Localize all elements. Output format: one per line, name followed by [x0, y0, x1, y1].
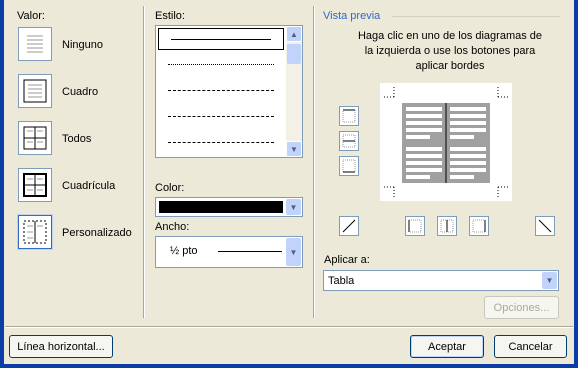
preview-separator [392, 16, 560, 17]
bottom-separator [5, 326, 573, 328]
preset-todos-label: Todos [62, 133, 92, 145]
border-bottom-icon [342, 159, 356, 173]
preview-canvas[interactable] [380, 83, 512, 201]
preset-ninguno-label: Ninguno [62, 39, 103, 51]
aplicar-dropdown[interactable]: Tabla ▼ [323, 270, 559, 291]
table-preview-diagram [384, 87, 508, 197]
chevron-down-icon[interactable]: ▼ [542, 272, 557, 289]
style-dotted[interactable] [168, 64, 274, 65]
border-box-icon [23, 79, 47, 103]
aceptar-button[interactable]: Aceptar [410, 335, 484, 358]
preset-cuadro-button[interactable] [18, 74, 52, 108]
border-inside-horizontal-button[interactable] [339, 131, 359, 151]
border-right-button[interactable] [469, 216, 489, 236]
style-dash-dot[interactable] [168, 142, 274, 143]
border-diagonal-up-button[interactable] [535, 216, 555, 236]
preview-label: Vista previa [323, 10, 381, 22]
preset-personalizado-label: Personalizado [62, 227, 132, 239]
aplicar-label: Aplicar a: [324, 254, 370, 266]
border-custom-icon [23, 220, 47, 244]
aplicar-value: Tabla [328, 275, 355, 287]
ancho-value: ½ pto [170, 245, 198, 257]
preset-cuadro-label: Cuadro [62, 86, 99, 98]
ancho-label: Ancho: [155, 221, 190, 233]
scroll-up-button[interactable]: ▲ [286, 26, 302, 42]
preset-cuadricula-button[interactable] [18, 168, 52, 202]
diagonal-up-icon [342, 219, 356, 233]
border-none-icon [27, 35, 43, 53]
border-left-icon [408, 219, 422, 233]
preset-todos-button[interactable] [18, 121, 52, 155]
color-swatch [159, 201, 283, 213]
ancho-dropdown[interactable]: ½ pto ▼ [155, 236, 303, 268]
border-inside-vertical-button[interactable] [437, 216, 457, 236]
border-top-button[interactable] [339, 106, 359, 126]
border-left-button[interactable] [405, 216, 425, 236]
estilo-scrollbar[interactable]: ▲ ▼ [286, 26, 302, 157]
border-inside-horizontal-icon [342, 134, 356, 148]
border-top-icon [342, 109, 356, 123]
style-dashed-fine[interactable] [168, 90, 274, 91]
opciones-button[interactable]: Opciones... [484, 296, 559, 319]
chevron-down-icon[interactable]: ▼ [286, 238, 301, 266]
scroll-thumb[interactable] [287, 44, 301, 64]
border-right-icon [472, 219, 486, 233]
window-frame-bottom [0, 364, 578, 368]
divider-left [143, 6, 145, 318]
linea-horizontal-button[interactable]: Línea horizontal... [9, 335, 113, 358]
style-solid [171, 39, 271, 40]
window-frame-left [0, 0, 4, 368]
border-inside-vertical-icon [440, 219, 454, 233]
preset-personalizado-button[interactable] [18, 215, 52, 249]
border-grid-icon [23, 173, 47, 197]
border-bottom-button[interactable] [339, 156, 359, 176]
color-dropdown[interactable]: ▼ [155, 197, 303, 217]
border-all-icon [23, 126, 47, 150]
border-diagonal-down-button[interactable] [339, 216, 359, 236]
color-label: Color: [155, 182, 185, 194]
divider-right [313, 6, 315, 318]
chevron-down-icon[interactable]: ▼ [286, 199, 301, 215]
estilo-label: Estilo: [155, 10, 185, 22]
preset-cuadricula-label: Cuadrícula [62, 180, 116, 192]
ancho-line-sample [218, 251, 282, 252]
preset-ninguno-button[interactable] [18, 27, 52, 61]
valor-label: Valor: [17, 10, 45, 22]
estilo-listbox[interactable]: ▲ ▼ [155, 25, 303, 158]
diagonal-down-icon [538, 219, 552, 233]
preview-hint: Haga clic en uno de los diagramas de la … [357, 30, 543, 72]
window-frame-right [574, 0, 578, 368]
style-dashed[interactable] [168, 116, 274, 117]
cancelar-button[interactable]: Cancelar [494, 335, 567, 358]
estilo-selected-item[interactable] [158, 28, 284, 50]
scroll-down-button[interactable]: ▼ [286, 141, 302, 157]
